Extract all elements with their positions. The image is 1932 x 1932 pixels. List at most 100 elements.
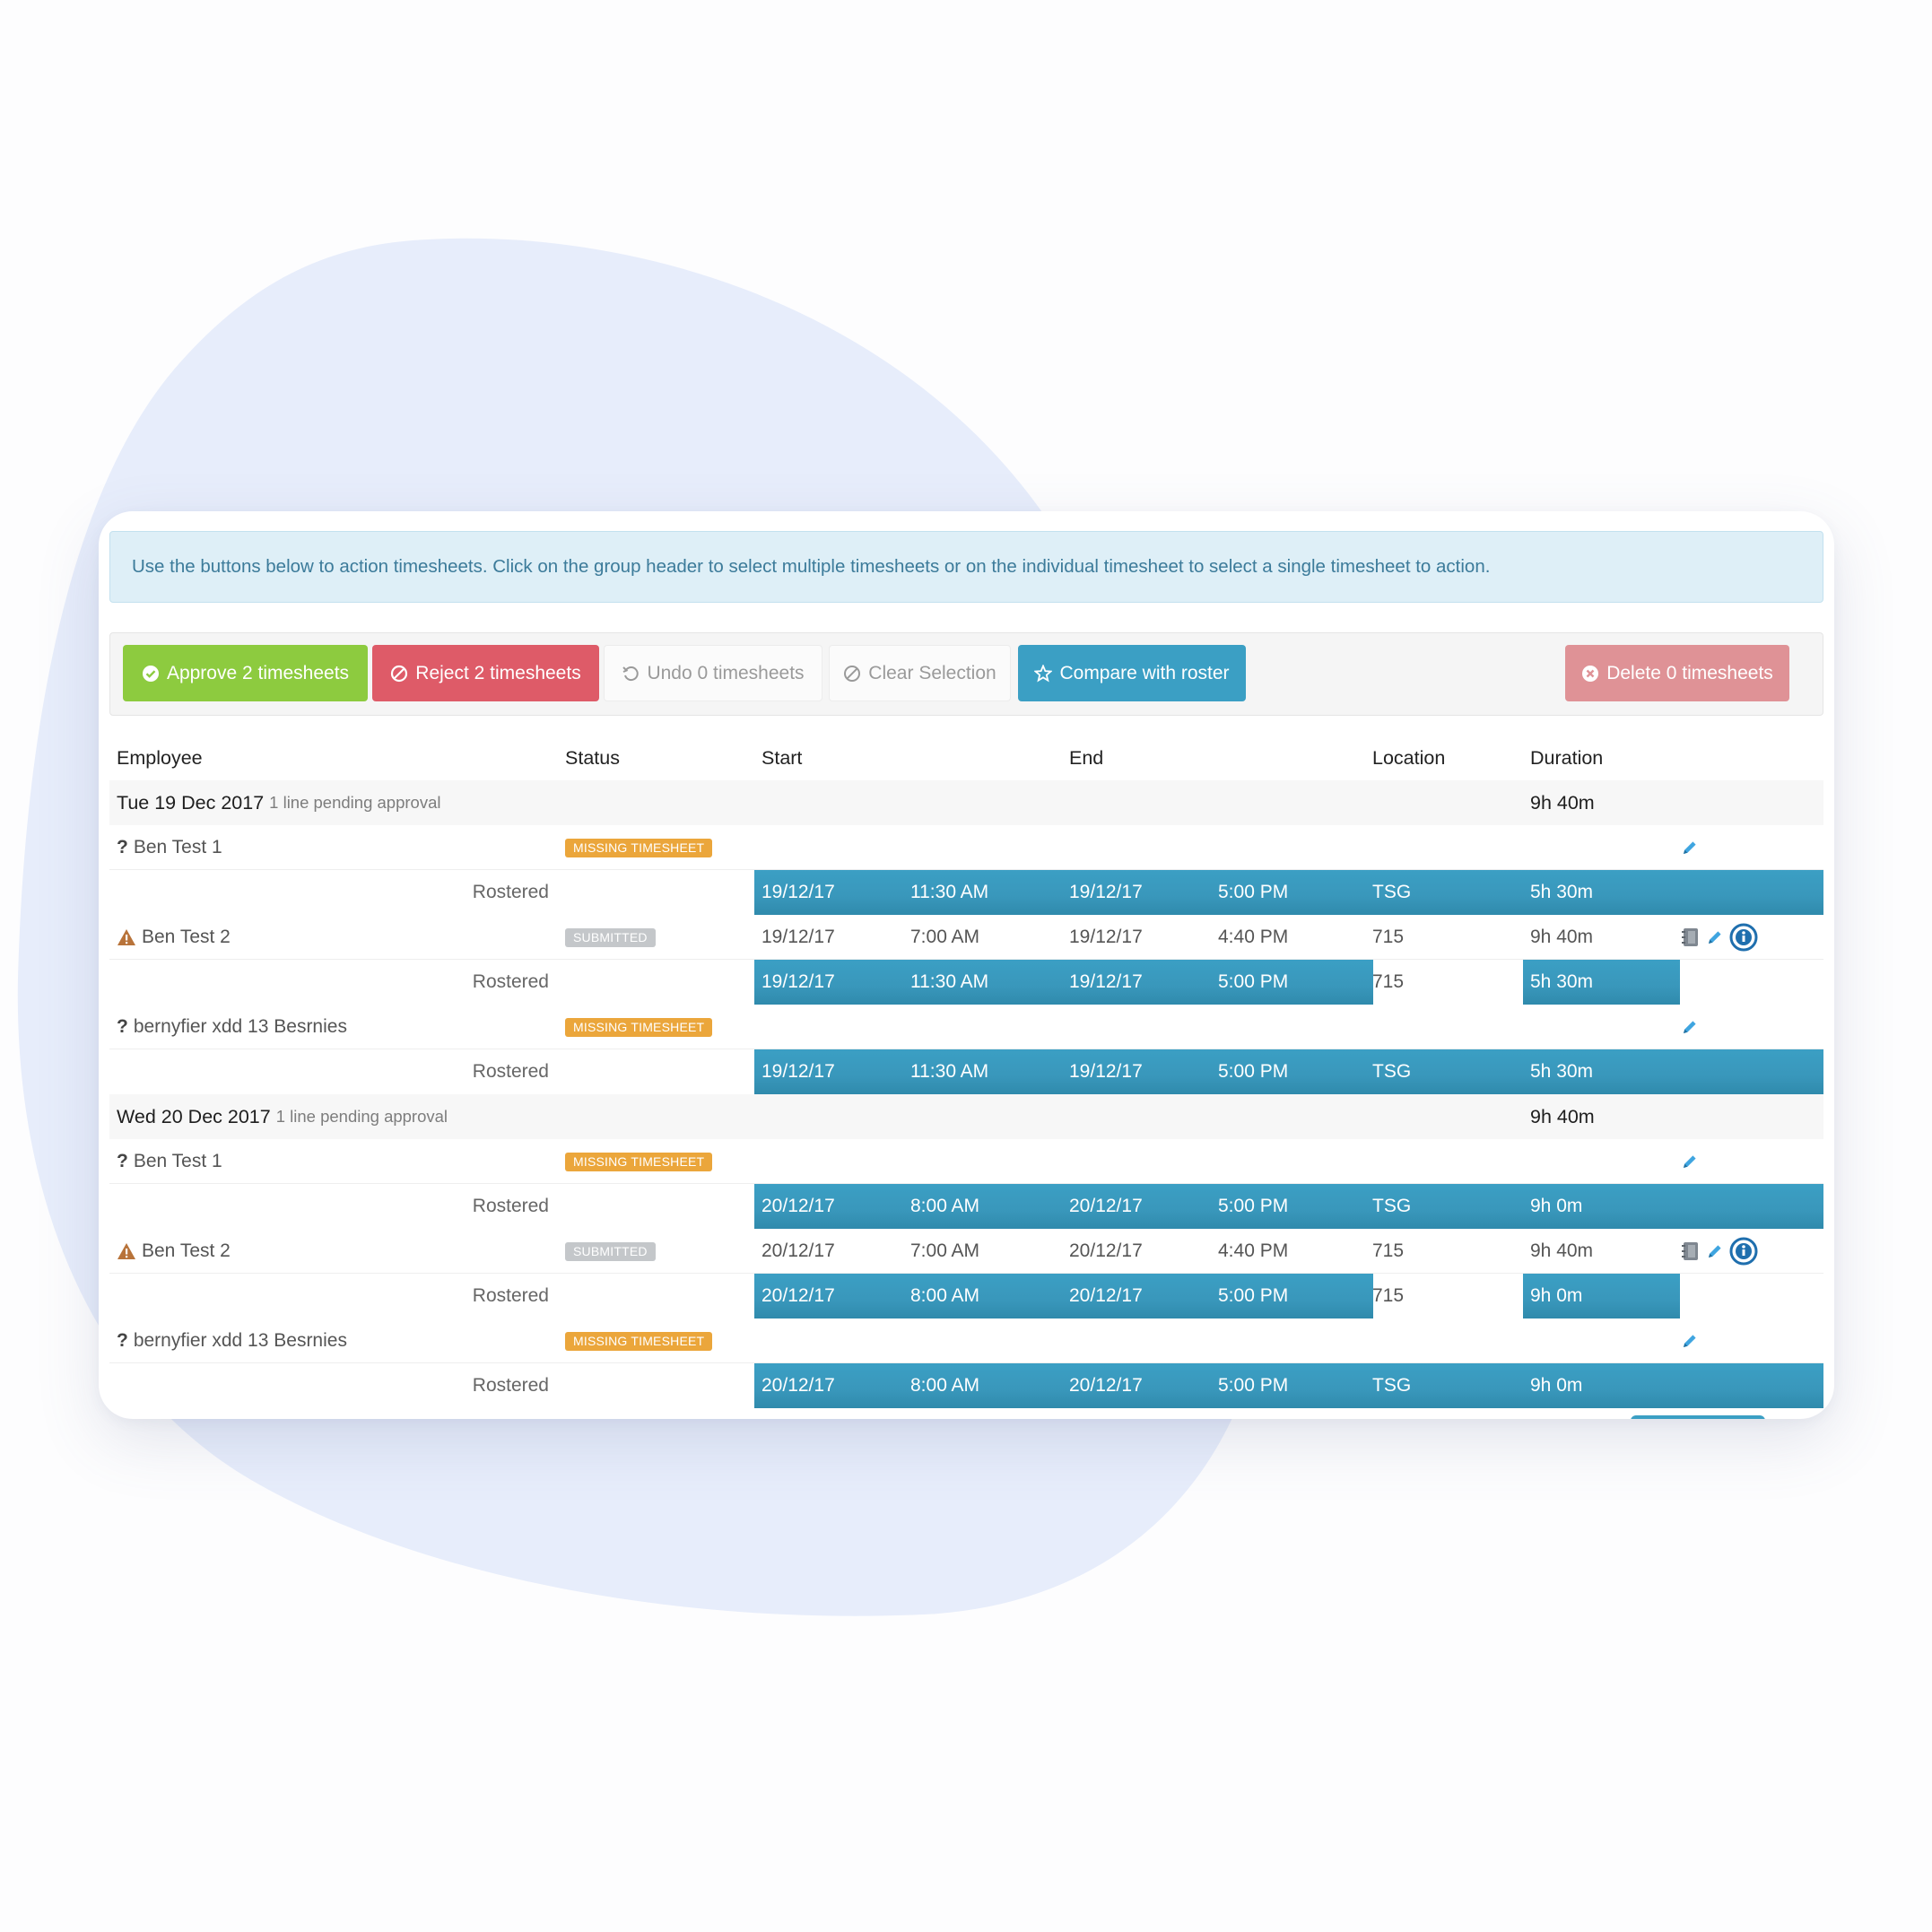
column-header-end: End (1069, 746, 1104, 769)
row-actions (1681, 1005, 1699, 1049)
rostered-start-date: 20/12/17 (761, 1375, 835, 1396)
employee-name: Ben Test 1 (133, 837, 222, 857)
edit-pencil-icon[interactable] (1681, 1153, 1699, 1171)
edit-pencil-icon[interactable] (1681, 839, 1699, 857)
rostered-location: TSG (1372, 1061, 1412, 1082)
rostered-location: 715 (1372, 971, 1405, 992)
end-date: 20/12/17 (1069, 1240, 1143, 1261)
rostered-label: Rostered (472, 882, 549, 902)
info-alert: Use the buttons below to action timeshee… (109, 531, 1823, 603)
rostered-duration: 5h 30m (1530, 971, 1594, 992)
timesheet-row[interactable]: Ben Test 2 SUBMITTED 20/12/17 7:00 AM 20/12/… (109, 1229, 1823, 1274)
star-icon (1034, 664, 1053, 683)
employee-name: bernyfier xdd 13 Besrnies (133, 1330, 347, 1351)
status-cell: SUBMITTED (565, 915, 656, 960)
status-badge: SUBMITTED (565, 1241, 656, 1261)
rostered-duration: 5h 30m (1530, 1061, 1594, 1082)
rostered-start-time: 8:00 AM (910, 1285, 980, 1306)
group-header-row[interactable]: Tue 19 Dec 2017 1 line pending approval 9h… (109, 780, 1823, 825)
timesheet-card: Use the buttons below to action timeshee… (99, 511, 1834, 1419)
next-row-peek (1631, 1415, 1765, 1419)
group-pending-label: 1 line pending approval (275, 1107, 448, 1126)
location: 715 (1372, 927, 1405, 947)
delete-label: Delete 0 timesheets (1606, 662, 1773, 683)
row-actions (1681, 825, 1699, 870)
group-total-duration: 9h 40m (1530, 1105, 1595, 1127)
employee-cell: ? Ben Test 1 (117, 825, 222, 870)
rostered-label: Rostered (472, 1061, 549, 1082)
employee-name: bernyfier xdd 13 Besrnies (133, 1016, 347, 1037)
employee-cell: ? bernyfier xdd 13 Besrnies (117, 1318, 347, 1363)
reject-button[interactable]: Reject 2 timesheets (372, 645, 599, 701)
rostered-start-time: 11:30 AM (910, 882, 989, 902)
ban-icon (390, 665, 408, 683)
rostered-start-date: 19/12/17 (761, 971, 835, 992)
status-cell: MISSING TIMESHEET (565, 1139, 713, 1184)
status-badge: MISSING TIMESHEET (565, 1017, 713, 1037)
rostered-end-date: 19/12/17 (1069, 1061, 1143, 1082)
timesheet-row[interactable]: ? bernyfier xdd 13 Besrnies MISSING TIMESH… (109, 1318, 1823, 1363)
column-header-status: Status (565, 746, 620, 769)
rostered-duration: 9h 0m (1530, 1196, 1583, 1216)
status-badge: MISSING TIMESHEET (565, 1152, 713, 1171)
duration: 9h 40m (1530, 1240, 1594, 1261)
action-toolbar: Approve 2 timesheets Reject 2 timesheets… (109, 632, 1823, 716)
approve-button[interactable]: Approve 2 timesheets (123, 645, 368, 701)
rostered-label: Rostered (472, 1285, 549, 1306)
row-actions (1681, 1229, 1758, 1274)
employee-cell: Ben Test 2 (117, 1229, 231, 1274)
status-badge: MISSING TIMESHEET (565, 1331, 713, 1351)
edit-pencil-icon[interactable] (1706, 1242, 1724, 1260)
info-circle-icon[interactable] (1729, 1237, 1758, 1266)
status-cell: SUBMITTED (565, 1229, 656, 1274)
rostered-end-time: 5:00 PM (1218, 1196, 1289, 1216)
warning-icon (117, 1242, 136, 1260)
rostered-duration: 9h 0m (1530, 1285, 1583, 1306)
notebook-icon[interactable] (1681, 927, 1701, 948)
clear-selection-button[interactable]: Clear Selection (829, 645, 1011, 701)
edit-pencil-icon[interactable] (1681, 1018, 1699, 1036)
rostered-start-time: 8:00 AM (910, 1196, 980, 1216)
rostered-start-date: 19/12/17 (761, 882, 835, 902)
rostered-start-date: 20/12/17 (761, 1196, 835, 1216)
clear-selection-label: Clear Selection (868, 662, 996, 683)
notebook-icon[interactable] (1681, 1240, 1701, 1262)
rostered-end-time: 5:00 PM (1218, 1375, 1289, 1396)
status-cell: MISSING TIMESHEET (565, 1005, 713, 1049)
rostered-row: Rostered 20/12/17 8:00 AM 20/12/17 5:00 PM TS… (109, 1184, 1823, 1229)
column-header-start: Start (761, 746, 803, 769)
rostered-start-time: 11:30 AM (910, 1061, 989, 1082)
rostered-start-time: 8:00 AM (910, 1375, 980, 1396)
reject-label: Reject 2 timesheets (415, 662, 581, 683)
column-header-location: Location (1372, 746, 1446, 769)
rostered-end-date: 20/12/17 (1069, 1285, 1143, 1306)
rostered-label: Rostered (472, 1196, 549, 1216)
start-time: 7:00 AM (910, 1240, 980, 1261)
rostered-end-time: 5:00 PM (1218, 1061, 1289, 1082)
edit-pencil-icon[interactable] (1706, 928, 1724, 946)
rostered-duration: 5h 30m (1530, 882, 1594, 902)
compare-with-roster-button[interactable]: Compare with roster (1018, 645, 1246, 701)
timesheet-row[interactable]: ? bernyfier xdd 13 Besrnies MISSING TIMESH… (109, 1005, 1823, 1049)
group-pending-label: 1 line pending approval (269, 793, 441, 812)
delete-button[interactable]: Delete 0 timesheets (1565, 645, 1789, 701)
group-date: Tue 19 Dec 2017 1 line pending approval (117, 780, 440, 825)
question-icon: ? (117, 837, 128, 857)
timesheet-row[interactable]: ? Ben Test 1 MISSING TIMESHEET (109, 1139, 1823, 1184)
rostered-end-date: 20/12/17 (1069, 1196, 1143, 1216)
question-icon: ? (117, 1016, 128, 1037)
rostered-start-time: 11:30 AM (910, 971, 989, 992)
rostered-row: Rostered 19/12/17 11:30 AM 19/12/17 5:00 PM T… (109, 1049, 1823, 1094)
rostered-row: Rostered 20/12/17 8:00 AM 20/12/17 5:00 PM 71… (109, 1274, 1823, 1318)
employee-name: Ben Test 1 (133, 1151, 222, 1171)
timesheet-row[interactable]: ? Ben Test 1 MISSING TIMESHEET (109, 825, 1823, 870)
question-icon: ? (117, 1151, 128, 1171)
undo-button[interactable]: Undo 0 timesheets (604, 645, 822, 701)
group-header-row[interactable]: Wed 20 Dec 2017 1 line pending approval 9h… (109, 1094, 1823, 1139)
info-circle-icon[interactable] (1729, 923, 1758, 952)
edit-pencil-icon[interactable] (1681, 1332, 1699, 1350)
status-badge: SUBMITTED (565, 927, 656, 947)
ban-icon (843, 665, 861, 683)
timesheet-row[interactable]: Ben Test 2 SUBMITTED 19/12/17 7:00 AM 19/12/… (109, 915, 1823, 960)
rostered-location: TSG (1372, 1196, 1412, 1216)
